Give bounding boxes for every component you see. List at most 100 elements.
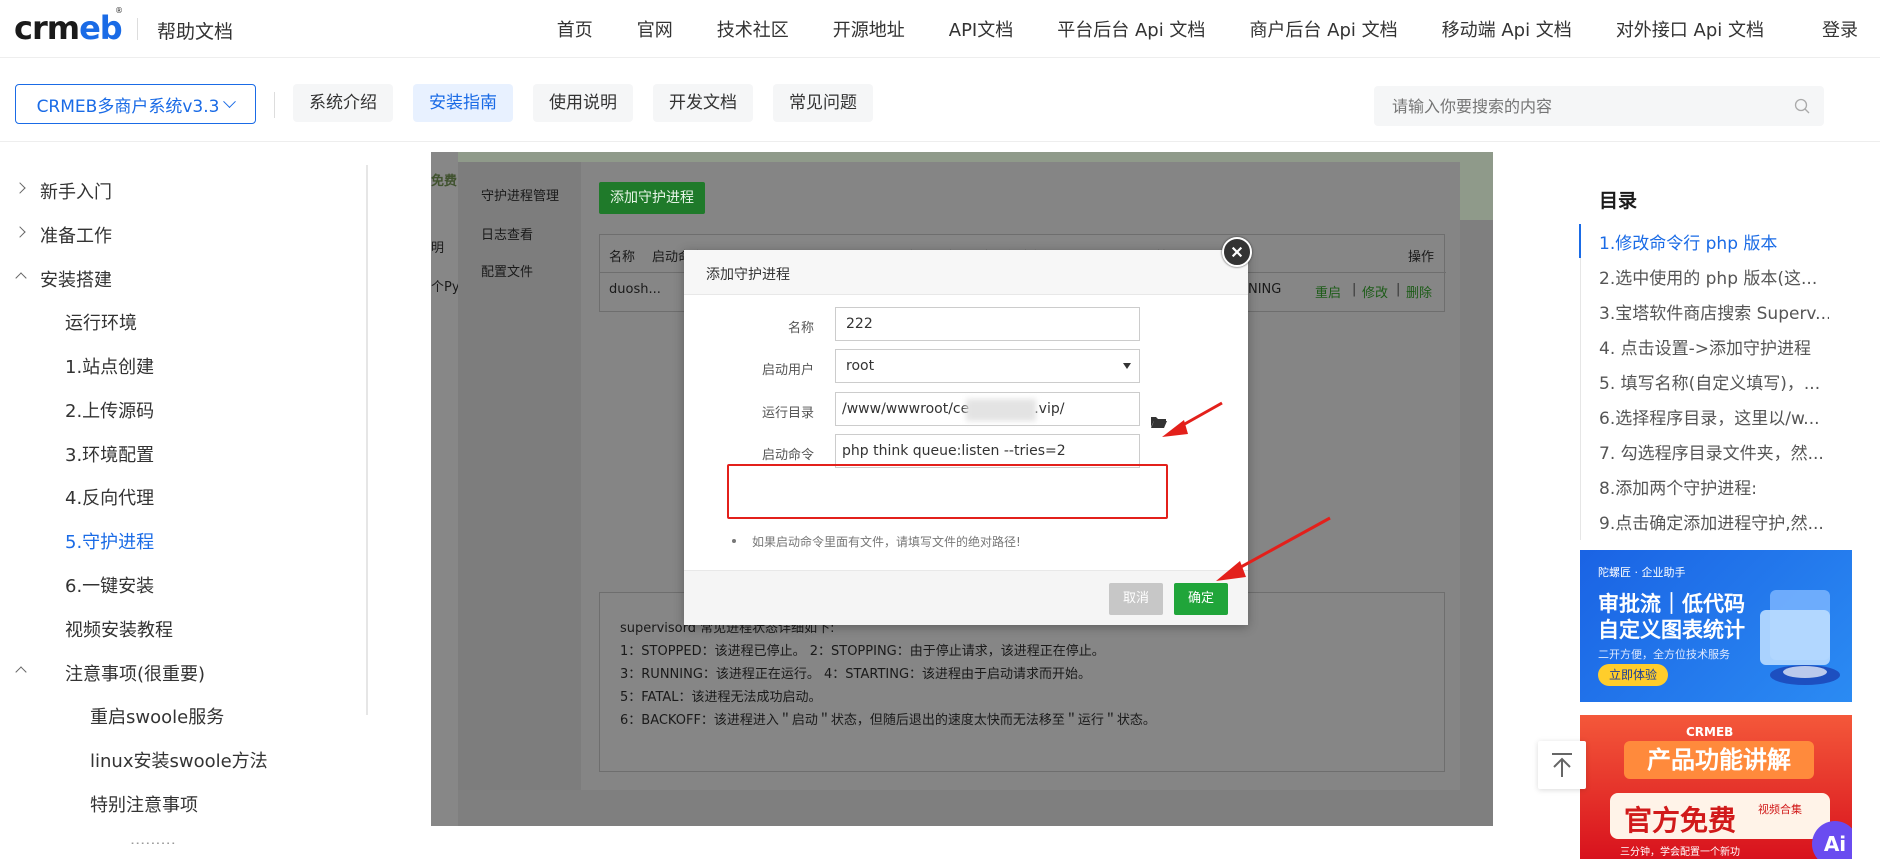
sidebar-item-reverse-proxy[interactable]: 4.反向代理 bbox=[65, 484, 154, 510]
nav-community[interactable]: 技术社区 bbox=[717, 16, 789, 42]
nav-official-site[interactable]: 官网 bbox=[637, 16, 673, 42]
confirm-button: 确定 bbox=[1174, 583, 1228, 615]
sidebar-item-install[interactable]: 安装搭建 bbox=[40, 266, 112, 292]
sidebar-item-linux-swoole[interactable]: linux安装swoole方法 bbox=[90, 747, 268, 773]
arrow-up-icon bbox=[1552, 753, 1572, 777]
hint-text: 如果启动命令里面有文件，请填写文件的绝对路径! bbox=[752, 535, 1021, 549]
tab-dev-docs[interactable]: 开发文档 bbox=[653, 84, 753, 122]
sidebar-item-special-notes[interactable]: 特别注意事项 bbox=[90, 791, 198, 817]
sub-navbar: CRMEB多商户系统v3.3 系统介绍 安装指南 使用说明 开发文档 常见问题 bbox=[0, 58, 1880, 142]
toc-item[interactable]: 3.宝塔软件商店搜索 Superv... bbox=[1599, 299, 1829, 324]
chevron-down-icon bbox=[223, 94, 237, 108]
red-arrow-icon bbox=[1162, 401, 1223, 437]
nav-external-api[interactable]: 对外接口 Api 文档 bbox=[1616, 16, 1764, 42]
note-line: 5：FATAL：该进程无法成功启动。 bbox=[620, 690, 822, 705]
add-daemon-button: 添加守护进程 bbox=[599, 182, 705, 214]
sidebar-item-getting-started[interactable]: 新手入门 bbox=[40, 178, 112, 204]
nav-open-source[interactable]: 开源地址 bbox=[833, 16, 905, 42]
main-nav: 首页 官网 技术社区 开源地址 API文档 平台后台 Api 文档 商户后台 A… bbox=[513, 0, 1880, 58]
highlight-box bbox=[727, 464, 1168, 519]
subnav-divider bbox=[274, 92, 275, 118]
close-icon bbox=[1222, 237, 1252, 267]
red-arrow-icon bbox=[1216, 516, 1331, 581]
sidebar-item-one-click[interactable]: 6.一键安装 bbox=[65, 572, 154, 598]
sidebar-item-preparation[interactable]: 准备工作 bbox=[40, 222, 112, 248]
site-title: 帮助文档 bbox=[157, 21, 234, 43]
panel-menu: 守护进程管理 日志查看 配置文件 bbox=[458, 162, 581, 790]
logo-divider bbox=[137, 18, 138, 40]
row-action-delete: 删除 bbox=[1406, 286, 1433, 301]
dropdown-arrow-icon bbox=[1123, 363, 1131, 369]
sidebar-item-env-config[interactable]: 3.环境配置 bbox=[65, 441, 154, 467]
login-link[interactable]: 登录 bbox=[1822, 16, 1858, 42]
note-line: 3：RUNNING：该进程正在运行。 4：STARTING：该进程由于启动请求而… bbox=[620, 667, 1092, 682]
back-to-top-button[interactable] bbox=[1538, 741, 1586, 789]
crmeb-logo[interactable]: crmeb ® bbox=[14, 6, 123, 48]
toc-item[interactable]: 8.添加两个守护进程: bbox=[1599, 474, 1829, 499]
sidebar-item-upload-source[interactable]: 2.上传源码 bbox=[65, 397, 154, 423]
th-actions: 操作 bbox=[1408, 250, 1435, 265]
doc-sidebar: 新手入门 准备工作 安装搭建 运行环境 1.站点创建 2.上传源码 3.环境配置… bbox=[0, 142, 368, 859]
top-navbar: crmeb ® 帮助文档 首页 官网 技术社区 开源地址 API文档 平台后台 … bbox=[0, 0, 1880, 58]
row-action-edit: 修改 bbox=[1362, 286, 1389, 301]
nav-home[interactable]: 首页 bbox=[557, 16, 593, 42]
nav-mobile-api[interactable]: 移动端 Api 文档 bbox=[1442, 16, 1572, 42]
name-field: 222 bbox=[835, 307, 1140, 341]
modal-footer: 取消 确定 bbox=[684, 570, 1248, 625]
free-tag: 免费 bbox=[431, 174, 458, 189]
cancel-button: 取消 bbox=[1109, 583, 1163, 615]
ai-assistant-icon[interactable]: Ai bbox=[1812, 821, 1852, 859]
menu-item-logs: 日志查看 bbox=[481, 228, 534, 243]
chevron-right-icon bbox=[14, 182, 26, 194]
toc-item[interactable]: 9.点击确定添加进程守护,然... bbox=[1599, 509, 1829, 534]
search-icon[interactable] bbox=[1794, 98, 1810, 114]
tab-install-guide[interactable]: 安装指南 bbox=[413, 84, 513, 122]
tab-usage[interactable]: 使用说明 bbox=[533, 84, 633, 122]
nav-platform-api[interactable]: 平台后台 Api 文档 bbox=[1057, 16, 1205, 42]
toc-item[interactable]: 1.修改命令行 php 版本 bbox=[1599, 229, 1829, 254]
sidebar-item-video[interactable]: 视频安装教程 bbox=[65, 616, 173, 642]
search-input[interactable] bbox=[1392, 96, 1772, 116]
sidebar-item-cut[interactable]: ········· bbox=[130, 834, 176, 844]
sidebar-item-restart-swoole[interactable]: 重启swoole服务 bbox=[90, 703, 224, 729]
tab-faq[interactable]: 常见问题 bbox=[773, 84, 873, 122]
ad-banner-lowcode[interactable]: 陀螺匠 · 企业助手 审批流｜低代码 自定义图表统计 二开方便，全方位技术服务 … bbox=[1580, 550, 1852, 702]
modal-title: 添加守护进程 bbox=[706, 267, 790, 283]
nav-api-docs[interactable]: API文档 bbox=[949, 16, 1013, 42]
modal-header: 添加守护进程 bbox=[684, 250, 1248, 295]
toc-divider bbox=[1580, 224, 1581, 540]
sidebar-scrollbar[interactable] bbox=[366, 165, 368, 715]
menu-item-config: 配置文件 bbox=[481, 265, 534, 280]
toc-active-indicator bbox=[1579, 224, 1581, 258]
row-status: NING bbox=[1248, 282, 1282, 297]
user-select: root bbox=[835, 349, 1140, 383]
side-text: 个Py bbox=[431, 280, 460, 295]
toc-title: 目录 bbox=[1599, 190, 1638, 212]
search-box bbox=[1374, 86, 1824, 126]
sidebar-item-site-create[interactable]: 1.站点创建 bbox=[65, 353, 154, 379]
field-label-command: 启动命令 bbox=[761, 448, 814, 463]
toc-item[interactable]: 7. 勾选程序目录文件夹，然... bbox=[1599, 439, 1829, 464]
toc-item[interactable]: 6.选择程序目录，这里以/w... bbox=[1599, 404, 1829, 429]
menu-item-daemon: 守护进程管理 bbox=[481, 189, 560, 204]
tab-system-intro[interactable]: 系统介绍 bbox=[293, 84, 393, 122]
th-name: 名称 bbox=[609, 250, 636, 265]
ad-banner-product-video[interactable]: CRMEB 产品功能讲解 官方免费 视频合集 三分钟，学会配置一个新功 Ai bbox=[1580, 715, 1852, 859]
toc-item[interactable]: 4. 点击设置->添加守护进程 bbox=[1599, 334, 1829, 359]
chevron-up-icon bbox=[15, 272, 27, 284]
toc-item[interactable]: 5. 填写名称(自定义填写)，... bbox=[1599, 369, 1829, 394]
blurred-region bbox=[966, 399, 1036, 421]
toc-item[interactable]: 2.选中使用的 php 版本(这... bbox=[1599, 264, 1829, 289]
nav-merchant-api[interactable]: 商户后台 Api 文档 bbox=[1249, 16, 1397, 42]
sidebar-item-daemon[interactable]: 5.守护进程 bbox=[65, 528, 154, 554]
doc-tabs: 系统介绍 安装指南 使用说明 开发文档 常见问题 bbox=[293, 84, 893, 122]
sidebar-item-runtime[interactable]: 运行环境 bbox=[65, 309, 137, 335]
version-select[interactable]: CRMEB多商户系统v3.3 bbox=[15, 84, 256, 124]
side-text: 明 bbox=[431, 241, 445, 256]
try-now-button[interactable]: 立即体验 bbox=[1598, 664, 1668, 686]
note-line: 6：BACKOFF：该进程进入＂启动＂状态，但随后退出的速度太快而无法移至＂运行… bbox=[620, 713, 1156, 728]
row-action-restart: 重启 bbox=[1315, 286, 1342, 301]
note-line: 1：STOPPED：该进程已停止。 2：STOPPING：由于停止请求，该进程正… bbox=[620, 644, 1105, 659]
sidebar-item-notes[interactable]: 注意事项(很重要) bbox=[65, 660, 205, 686]
command-field: php think queue:listen --tries=2 bbox=[835, 434, 1140, 468]
